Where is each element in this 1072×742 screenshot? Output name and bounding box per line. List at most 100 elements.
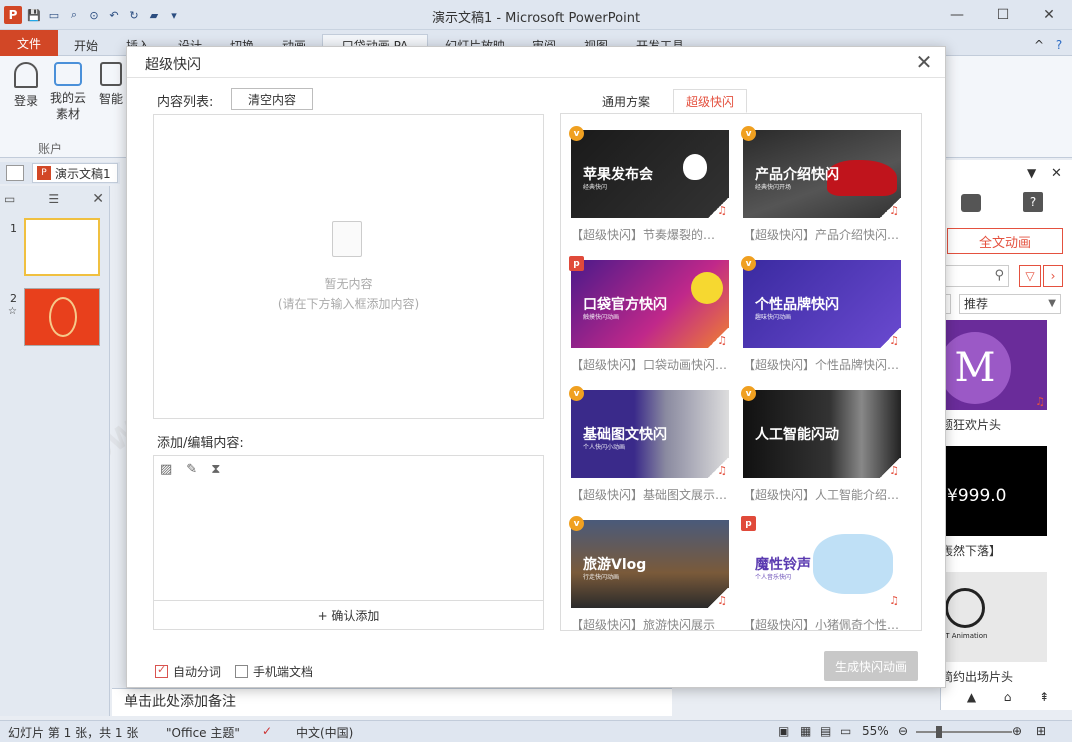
card-title: 个性品牌快闪 xyxy=(755,297,839,313)
edit-content-box[interactable]: ▨ ✎ ⧗ + 确认添加 xyxy=(153,455,544,630)
template-card[interactable]: 基础图文快闪 个人快闪小动画 ♫ v 【超级快闪】基础图文展示… xyxy=(569,386,729,502)
card-caption: 【超级快闪】个性品牌快闪… xyxy=(743,358,900,372)
pane-thumb-3[interactable]: PT Animation xyxy=(941,572,1047,662)
card-subtitle: 行走快闪动画 xyxy=(583,574,620,581)
login-label: 登录 xyxy=(13,94,38,108)
cloud-icon xyxy=(54,62,82,86)
card-title: 魔性铃声 xyxy=(755,557,811,573)
tab-super-flash[interactable]: 超级快闪 xyxy=(673,89,747,113)
smart-button[interactable]: 智能 xyxy=(96,62,126,107)
help-box-icon[interactable]: ? xyxy=(1023,192,1043,212)
generate-button[interactable]: 生成快闪动画 xyxy=(824,651,918,681)
status-bar: 幻灯片 第 1 张，共 1 张 "Office 主题" ✓ 中文(中国) ▣ ▦… xyxy=(0,720,1072,742)
card-thumbnail: 个性品牌快闪 趣味快闪动画 ♫ xyxy=(743,260,901,348)
close-window-button[interactable]: ✕ xyxy=(1026,0,1072,30)
empty-title: 暂无内容 xyxy=(324,277,373,291)
my-cloud-button[interactable]: 我的云素材 xyxy=(46,62,90,122)
panel-header: ▭ ☰ ✕ xyxy=(4,190,104,208)
next-icon[interactable]: › xyxy=(1043,265,1063,287)
language: 中文(中国) xyxy=(296,726,354,740)
maximize-button[interactable]: ☐ xyxy=(980,0,1026,30)
fit-window-icon[interactable]: ⊞ xyxy=(1036,724,1046,738)
template-grid: 苹果发布会 经典快闪 ♫ v 【超级快闪】节奏爆裂的… 产品介绍快闪 经典快闪开… xyxy=(560,113,922,631)
zoom-slider-handle[interactable] xyxy=(936,726,942,738)
music-icon: ♫ xyxy=(879,588,901,608)
template-card[interactable]: 人工智能闪动 ♫ v 【超级快闪】人工智能介绍… xyxy=(741,386,901,502)
tab-home[interactable]: 开始 xyxy=(66,34,106,56)
card-thumbnail: 基础图文快闪 个人快闪小动画 ♫ xyxy=(571,390,729,478)
slides-panel: ▭ ☰ ✕ 1 2 ☆ xyxy=(0,186,110,716)
zoom-in-icon[interactable]: ⊕ xyxy=(1012,724,1022,738)
pane-thumb-1[interactable]: M ♫ xyxy=(941,320,1047,410)
template-card[interactable]: 个性品牌快闪 趣味快闪动画 ♫ v 【超级快闪】个性品牌快闪… xyxy=(741,256,901,372)
filter-icon[interactable]: ▽ xyxy=(1019,265,1041,287)
pen-icon[interactable]: ✎ xyxy=(186,462,197,477)
confirm-add-button[interactable]: + 确认添加 xyxy=(154,600,543,630)
outline-view-icon[interactable]: ☰ xyxy=(48,192,59,206)
sort-select[interactable]: 推荐 ▼ xyxy=(959,294,1061,314)
empty-doc-icon xyxy=(332,221,362,257)
tab-general[interactable]: 通用方案 xyxy=(591,89,661,113)
pane-item-3[interactable]: 简约出场片头 xyxy=(941,668,1013,685)
home-icon[interactable]: ⌂ xyxy=(1004,690,1012,708)
template-card[interactable]: 产品介绍快闪 经典快闪开场 ♫ v 【超级快闪】产品介绍快闪… xyxy=(741,126,901,242)
peppa-pig-icon xyxy=(813,534,893,594)
close-panel-icon[interactable]: ✕ xyxy=(92,191,104,207)
music-icon: ♫ xyxy=(707,198,729,218)
slide-thumbnail-1[interactable] xyxy=(24,218,100,276)
zoom-level[interactable]: 55% xyxy=(862,724,889,738)
card-caption: 【超级快闪】人工智能介绍… xyxy=(743,488,900,502)
slide-number-2: 2 xyxy=(10,292,17,305)
notes-hint: 单击此处添加备注 xyxy=(124,694,236,710)
template-card[interactable]: 魔性铃声 个人音乐快闪 ♫ p 【超级快闪】小猪佩奇个性… xyxy=(741,516,901,630)
sorter-view-icon[interactable]: ▦ xyxy=(800,724,811,738)
card-title: 基础图文快闪 xyxy=(583,427,667,443)
card-thumbnail: 口袋官方快闪 触摸快闪动画 ♫ xyxy=(571,260,729,348)
zoom-out-icon[interactable]: ⊖ xyxy=(898,724,908,738)
content-list-label: 内容列表: xyxy=(157,95,214,110)
login-button[interactable]: 登录 xyxy=(8,62,44,109)
notes-area[interactable]: 单击此处添加备注 xyxy=(112,688,672,716)
zoom-slider[interactable] xyxy=(916,726,1012,738)
upload-icon[interactable]: ⇞ xyxy=(1039,690,1049,708)
template-card[interactable]: 苹果发布会 经典快闪 ♫ v 【超级快闪】节奏爆裂的… xyxy=(569,126,729,242)
slide-thumbnail-2[interactable] xyxy=(24,288,100,346)
printer-icon[interactable] xyxy=(961,194,981,212)
collapse-ribbon-icon[interactable]: ^ xyxy=(1030,34,1048,56)
image-icon[interactable]: ▨ xyxy=(160,462,172,477)
hourglass-icon[interactable]: ⧗ xyxy=(211,462,220,477)
ppt-doc-icon: P xyxy=(37,166,51,180)
reading-view-icon[interactable]: ▤ xyxy=(820,724,831,738)
clear-content-button[interactable]: 清空内容 xyxy=(231,88,313,110)
tab-file[interactable]: 文件 xyxy=(0,30,58,56)
file-icon[interactable] xyxy=(6,165,24,181)
template-card[interactable]: 口袋官方快闪 触摸快闪动画 ♫ p 【超级快闪】口袋动画快闪… xyxy=(569,256,729,372)
balloon-icon xyxy=(691,272,723,304)
pane-item-1[interactable]: 题狂欢片头 xyxy=(941,416,1001,433)
close-icon[interactable]: ✕ xyxy=(913,51,935,73)
slides-view-icon[interactable]: ▭ xyxy=(4,192,15,206)
slide-2-logo-icon xyxy=(49,297,77,337)
card-subtitle: 触摸快闪动画 xyxy=(583,314,620,321)
pane-search-input[interactable]: ⚲ xyxy=(941,265,1009,287)
music-icon: ♫ xyxy=(707,328,729,348)
help-icon[interactable]: ? xyxy=(1050,34,1068,56)
card-caption: 【超级快闪】产品介绍快闪… xyxy=(743,228,900,242)
slideshow-view-icon[interactable]: ▭ xyxy=(840,724,851,738)
pane-item-2[interactable]: 轰然下落】 xyxy=(941,542,1001,559)
pane-close-icon[interactable]: ✕ xyxy=(1051,166,1062,181)
pane-thumb-2[interactable]: ¥999.0 xyxy=(941,446,1047,536)
pane-dropdown-icon[interactable]: ▼ xyxy=(1027,166,1036,180)
minimize-button[interactable]: — xyxy=(934,0,980,30)
card-thumbnail: 魔性铃声 个人音乐快闪 ♫ xyxy=(743,520,901,608)
normal-view-icon[interactable]: ▣ xyxy=(778,724,789,738)
auto-split-checkbox[interactable] xyxy=(155,663,168,678)
graduation-icon[interactable]: ▲ xyxy=(967,690,976,708)
mobile-doc-checkbox[interactable] xyxy=(235,665,248,678)
spellcheck-icon[interactable]: ✓ xyxy=(262,724,272,738)
template-card[interactable]: 旅游Vlog 行走快闪动画 ♫ v 【超级快闪】旅游快闪展示 xyxy=(569,516,729,630)
fulltext-animation-button[interactable]: 全文动画 xyxy=(947,228,1063,254)
doc-tab[interactable]: P 演示文稿1 xyxy=(32,163,118,183)
slide-number-1: 1 xyxy=(10,222,17,235)
vip-badge-icon: v xyxy=(741,126,756,141)
